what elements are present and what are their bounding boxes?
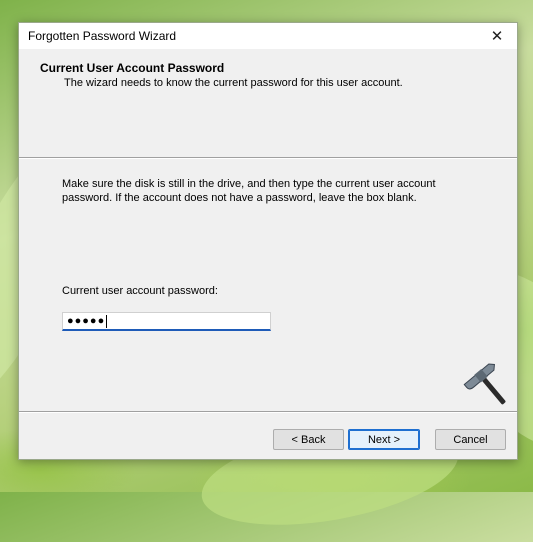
back-button[interactable]: < Back	[273, 429, 344, 450]
header-divider	[19, 157, 517, 159]
title-bar: Forgotten Password Wizard ✕	[19, 23, 517, 49]
next-button[interactable]: Next >	[348, 429, 420, 450]
wizard-window: Forgotten Password Wizard ✕ Current User…	[18, 22, 518, 460]
hammer-icon	[463, 363, 506, 405]
password-label: Current user account password:	[62, 285, 218, 297]
window-title: Forgotten Password Wizard	[28, 29, 177, 43]
page-title: Current User Account Password	[40, 61, 225, 75]
close-icon: ✕	[490, 28, 504, 45]
page-subtitle: The wizard needs to know the current pas…	[64, 77, 403, 89]
close-button[interactable]: ✕	[477, 23, 517, 49]
password-field[interactable]: ●●●●●	[62, 312, 271, 331]
wizard-header: Current User Account Password The wizard…	[19, 49, 517, 157]
password-value: ●●●●●	[67, 315, 106, 327]
text-caret	[106, 314, 108, 328]
instructions-text: Make sure the disk is still in the drive…	[62, 178, 436, 204]
footer-divider	[19, 411, 517, 413]
cancel-button[interactable]: Cancel	[435, 429, 506, 450]
